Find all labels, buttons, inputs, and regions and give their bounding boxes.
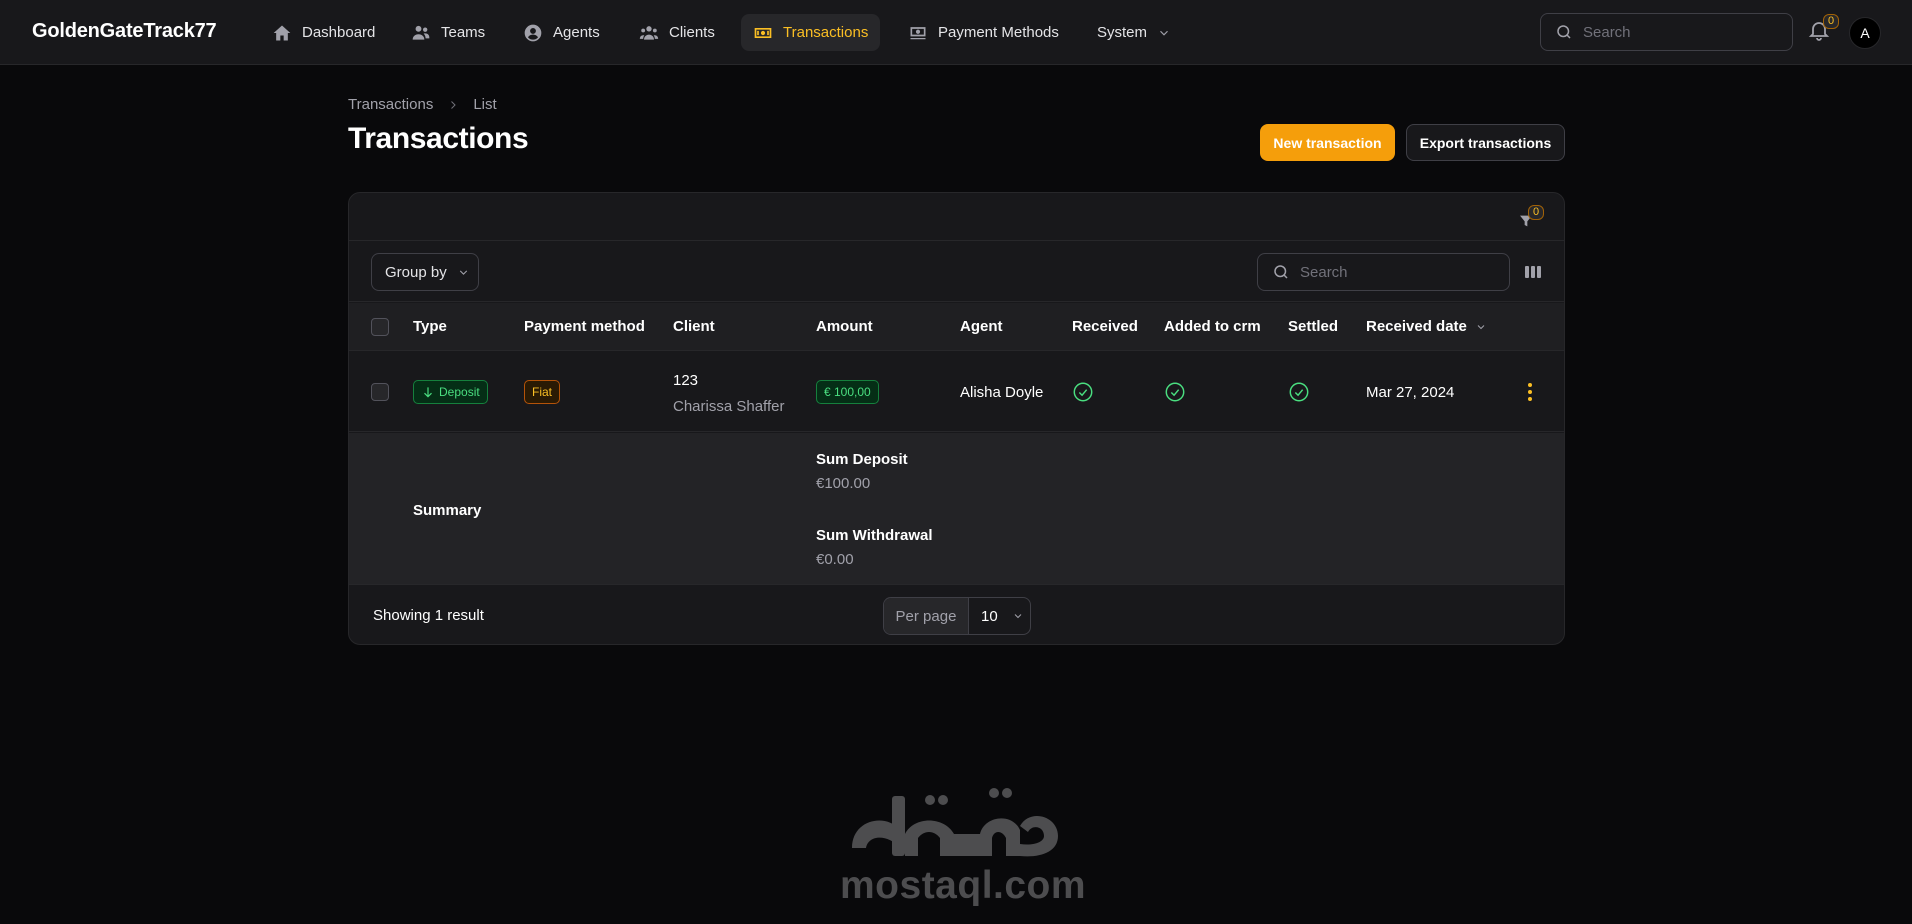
home-icon	[273, 25, 291, 40]
received-check-icon	[1072, 381, 1094, 403]
nav-item-agents[interactable]: Agents	[511, 14, 612, 51]
sum-withdrawal-label: Sum Withdrawal	[816, 527, 933, 544]
brand-logo[interactable]: GoldenGateTrack77	[32, 20, 217, 43]
payment-method-badge: Fiat	[524, 380, 561, 404]
notifications-button[interactable]: 0	[1807, 14, 1840, 46]
watermark-arabic-logo	[844, 786, 1064, 866]
chevron-down-icon	[1014, 614, 1022, 619]
sum-withdrawal-value: €0.00	[816, 551, 854, 568]
search-icon	[1557, 25, 1571, 39]
amount-badge: € 100,00	[816, 380, 879, 404]
select-all-checkbox[interactable]	[371, 318, 389, 336]
sum-deposit-value: €100.00	[816, 475, 871, 492]
chevron-down-icon	[459, 269, 467, 275]
nav-item-system[interactable]: System	[1085, 14, 1183, 51]
settled-check-icon	[1288, 381, 1310, 403]
received-date: Mar 27, 2024	[1366, 384, 1455, 401]
table-toolbar: Group by	[349, 242, 1564, 302]
page-title: Transactions	[348, 122, 529, 155]
arrow-down-icon	[424, 387, 432, 398]
sum-deposit-label: Sum Deposit	[816, 451, 908, 468]
result-count: Showing 1 result	[373, 607, 484, 624]
per-page-value: 10	[981, 607, 998, 625]
nav-item-label: System	[1097, 24, 1148, 41]
summary-label: Summary	[413, 502, 482, 519]
nav-item-transactions[interactable]: Transactions	[741, 14, 881, 51]
agent-name: Alisha Doyle	[960, 384, 1044, 401]
nav-item-teams[interactable]: Teams	[399, 14, 497, 51]
new-transaction-button[interactable]: New transaction	[1260, 124, 1395, 161]
cash-icon	[910, 26, 926, 39]
row-actions-button[interactable]	[1520, 381, 1540, 403]
column-header-added-to-crm[interactable]: Added to crm	[1164, 318, 1261, 335]
filter-count-badge: 0	[1528, 205, 1545, 220]
users-group-icon	[639, 25, 659, 40]
nav-item-label: Payment Methods	[938, 24, 1059, 41]
breadcrumb: Transactions List	[348, 96, 497, 113]
table-search[interactable]	[1257, 253, 1510, 291]
table-summary: Summary Sum Deposit €100.00 Sum Withdraw…	[349, 433, 1564, 585]
group-by-label: Group by	[385, 263, 447, 281]
type-badge-label: Deposit	[439, 385, 480, 399]
column-header-type[interactable]: Type	[413, 318, 447, 335]
breadcrumb-item-transactions[interactable]: Transactions	[348, 96, 433, 113]
sort-chevron-down-icon	[1477, 324, 1485, 329]
chevron-right-icon	[451, 100, 457, 109]
search-icon	[1274, 265, 1288, 279]
notifications-badge: 0	[1823, 14, 1840, 29]
type-badge-deposit: Deposit	[413, 380, 488, 404]
nav-item-label: Transactions	[783, 24, 869, 41]
filter-button[interactable]: 0	[1518, 205, 1545, 233]
column-header-received-date[interactable]: Received date	[1366, 318, 1487, 335]
table-pagination: Showing 1 result Per page 10	[349, 586, 1564, 644]
banknote-icon	[754, 27, 772, 38]
nav-item-dashboard[interactable]: Dashboard	[260, 14, 387, 51]
column-toggle-button[interactable]	[1525, 264, 1541, 280]
column-header-client[interactable]: Client	[673, 318, 715, 335]
nav-item-label: Agents	[553, 24, 600, 41]
group-by-button[interactable]: Group by	[371, 253, 479, 291]
user-circle-icon	[524, 24, 542, 41]
top-navbar: GoldenGateTrack77 Dashboard Teams Agents…	[0, 0, 1912, 65]
column-header-payment-method[interactable]: Payment method	[524, 318, 645, 335]
per-page-label: Per page	[884, 598, 969, 634]
transactions-table: 0 Group by Type Payment method Client Am…	[348, 192, 1565, 645]
column-header-amount[interactable]: Amount	[816, 318, 873, 335]
watermark-logo: mostaql.com	[830, 786, 1086, 907]
global-search[interactable]	[1540, 13, 1793, 51]
table-header-bar: 0	[349, 193, 1564, 241]
nav-item-clients[interactable]: Clients	[627, 14, 727, 51]
column-header-label: Received date	[1366, 318, 1467, 335]
breadcrumb-item-list: List	[473, 96, 497, 113]
global-search-input[interactable]	[1583, 23, 1773, 41]
nav-item-label: Dashboard	[302, 24, 376, 41]
chevron-down-icon	[1160, 30, 1168, 36]
nav-item-label: Clients	[669, 24, 715, 41]
nav-item-label: Teams	[441, 24, 486, 41]
users-group-icon	[412, 25, 430, 40]
per-page-select[interactable]: Per page 10	[883, 597, 1031, 635]
per-page-dropdown[interactable]: 10	[969, 598, 1030, 634]
client-name: Charissa Shaffer	[673, 398, 785, 415]
more-vertical-icon	[1528, 383, 1532, 401]
column-header-settled[interactable]: Settled	[1288, 318, 1338, 335]
column-header-received[interactable]: Received	[1072, 318, 1138, 335]
column-header-agent[interactable]: Agent	[960, 318, 1003, 335]
table-search-input[interactable]	[1300, 263, 1490, 281]
export-transactions-button[interactable]: Export transactions	[1406, 124, 1565, 161]
nav-item-payment-methods[interactable]: Payment Methods	[896, 14, 1071, 51]
client-id: 123	[673, 372, 699, 389]
watermark-text: mostaql.com	[840, 864, 1087, 907]
table-header-row: Type Payment method Client Amount Agent …	[349, 303, 1564, 351]
added-to-crm-check-icon	[1164, 381, 1186, 403]
user-avatar[interactable]: A	[1849, 17, 1881, 49]
columns-icon	[1525, 266, 1541, 278]
table-row[interactable]: Deposit Fiat 123 Charissa Shaffer € 100,…	[349, 352, 1564, 432]
row-checkbox[interactable]	[371, 383, 389, 401]
